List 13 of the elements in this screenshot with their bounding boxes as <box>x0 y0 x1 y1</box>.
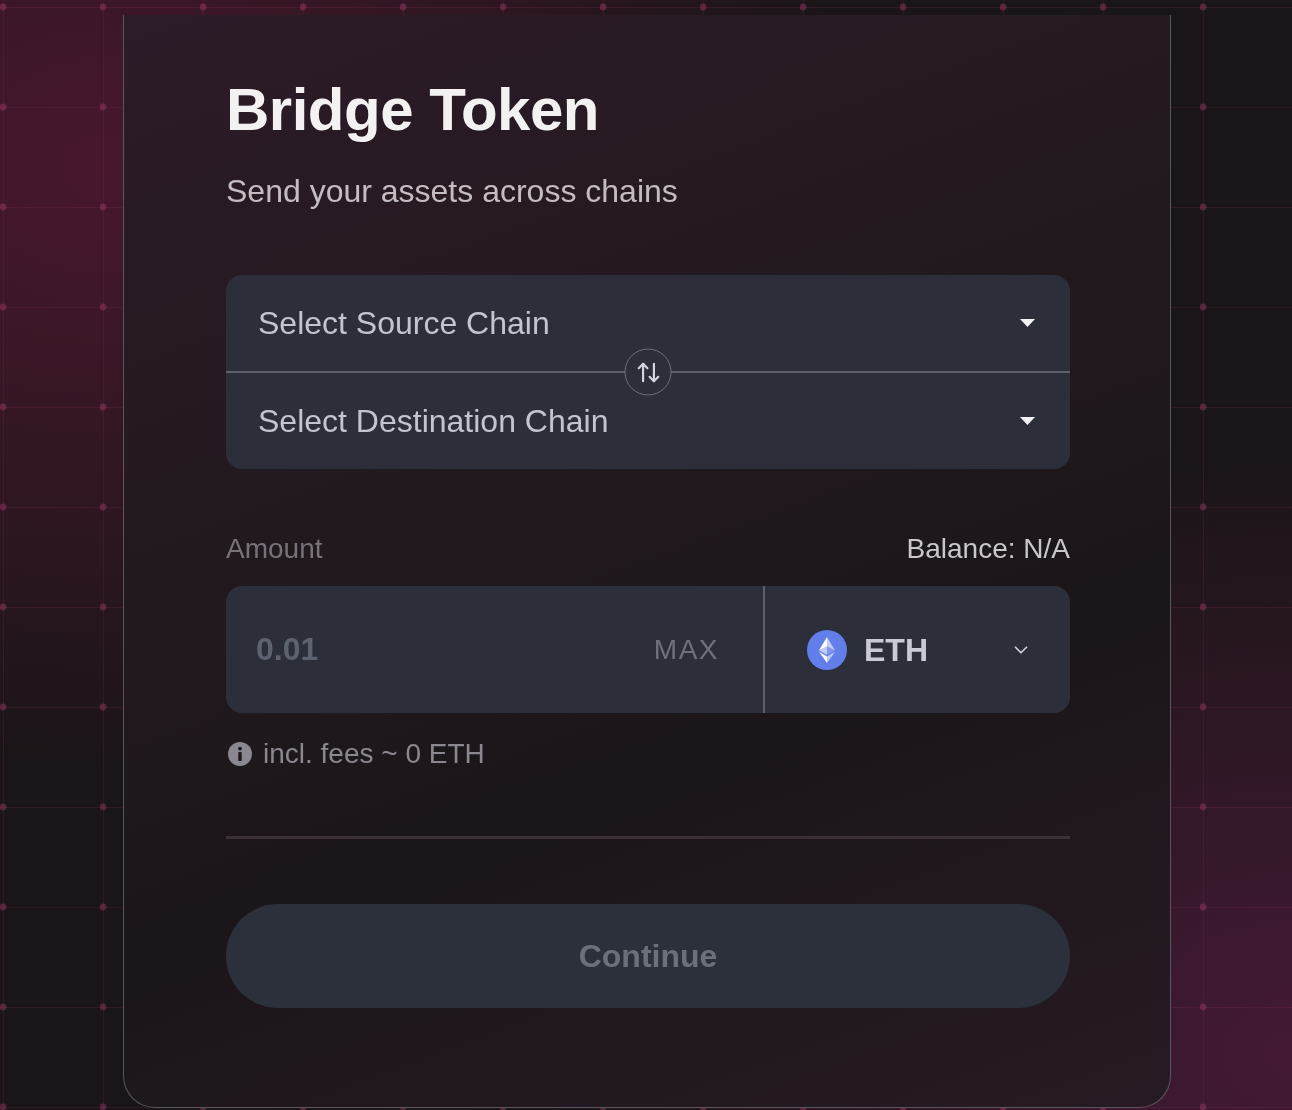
destination-chain-select[interactable]: Select Destination Chain <box>226 373 1070 469</box>
fee-note: incl. fees ~ 0 ETH <box>263 738 485 770</box>
caret-down-icon <box>1020 319 1035 327</box>
info-icon <box>228 742 252 766</box>
source-chain-select[interactable]: Select Source Chain <box>226 275 1070 371</box>
page-title: Bridge Token <box>226 80 600 140</box>
balance-text: Balance: N/A <box>906 533 1070 565</box>
amount-label: Amount <box>226 533 323 565</box>
ethereum-icon <box>807 629 847 670</box>
page-subtitle: Send your assets across chains <box>226 172 679 211</box>
token-selector[interactable]: ETH <box>763 586 1070 713</box>
caret-down-icon <box>1020 417 1035 425</box>
swap-chains-button[interactable] <box>624 348 672 396</box>
